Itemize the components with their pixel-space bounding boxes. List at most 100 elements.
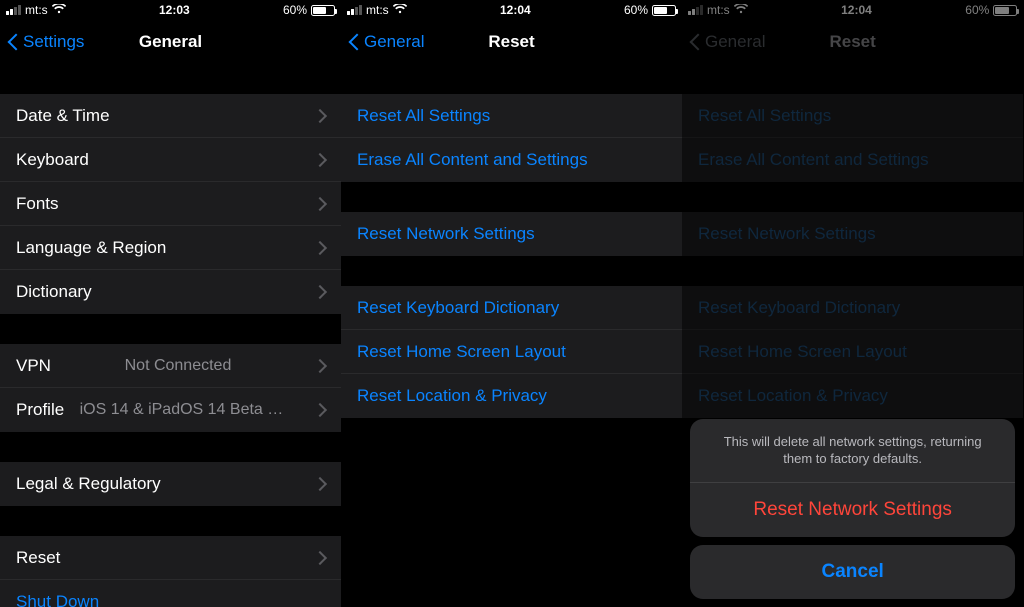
screen-reset-confirm: mt:s 12:04 60% General Reset Reset All S…	[682, 0, 1023, 607]
back-label: General	[364, 32, 424, 52]
row-label: Language & Region	[16, 238, 166, 258]
status-time: 12:03	[159, 3, 190, 17]
battery-icon	[311, 5, 335, 16]
group-legal: Legal & Regulatory	[0, 462, 341, 506]
chevron-right-icon	[315, 356, 325, 376]
group-reset-all: Reset All Settings Erase All Content and…	[682, 94, 1023, 182]
row-label: Reset All Settings	[357, 106, 490, 126]
row-profile[interactable]: Profile iOS 14 & iPadOS 14 Beta Softwar…	[0, 388, 341, 432]
status-bar: mt:s 12:04 60%	[341, 0, 682, 20]
row-vpn[interactable]: VPN Not Connected	[0, 344, 341, 388]
chevron-right-icon	[315, 474, 325, 494]
chevron-left-icon	[349, 32, 361, 52]
chevron-right-icon	[315, 106, 325, 126]
carrier-label: mt:s	[25, 3, 48, 17]
row-reset-all-settings: Reset All Settings	[682, 94, 1023, 138]
chevron-right-icon	[315, 548, 325, 568]
row-reset[interactable]: Reset	[0, 536, 341, 580]
row-legal[interactable]: Legal & Regulatory	[0, 462, 341, 506]
row-label: Reset Network Settings	[357, 224, 535, 244]
row-reset-keyboard-dict: Reset Keyboard Dictionary	[682, 286, 1023, 330]
status-time: 12:04	[841, 3, 872, 17]
wifi-icon	[734, 4, 748, 17]
row-date-time[interactable]: Date & Time	[0, 94, 341, 138]
group-vpn-profile: VPN Not Connected Profile iOS 14 & iPadO…	[0, 344, 341, 432]
status-bar: mt:s 12:03 60%	[0, 0, 341, 20]
row-reset-all-settings[interactable]: Reset All Settings	[341, 94, 682, 138]
back-button[interactable]: General	[349, 32, 424, 52]
row-label: Reset Keyboard Dictionary	[357, 298, 559, 318]
row-reset-location-privacy: Reset Location & Privacy	[682, 374, 1023, 418]
row-label: Reset Location & Privacy	[698, 386, 888, 406]
row-label: Reset Keyboard Dictionary	[698, 298, 900, 318]
chevron-right-icon	[315, 150, 325, 170]
nav-bar: General Reset	[682, 20, 1023, 64]
row-reset-home-layout[interactable]: Reset Home Screen Layout	[341, 330, 682, 374]
battery-icon	[652, 5, 676, 16]
reset-network-confirm-button[interactable]: Reset Network Settings	[690, 483, 1015, 537]
row-label: Erase All Content and Settings	[357, 150, 588, 170]
signal-icon	[6, 5, 21, 15]
row-detail: Not Connected	[125, 357, 242, 375]
battery-pct: 60%	[624, 3, 648, 17]
battery-pct: 60%	[965, 3, 989, 17]
row-label: Reset	[16, 548, 60, 568]
action-sheet: This will delete all network settings, r…	[690, 419, 1015, 599]
row-reset-home-layout: Reset Home Screen Layout	[682, 330, 1023, 374]
row-label: Erase All Content and Settings	[698, 150, 929, 170]
group-reset-network: Reset Network Settings	[341, 212, 682, 256]
back-button[interactable]: Settings	[8, 32, 84, 52]
row-label: Keyboard	[16, 150, 89, 170]
row-reset-network: Reset Network Settings	[682, 212, 1023, 256]
chevron-left-icon	[8, 32, 20, 52]
cancel-button[interactable]: Cancel	[690, 545, 1015, 599]
group-reset-all: Reset All Settings Erase All Content and…	[341, 94, 682, 182]
group-reset-misc: Reset Keyboard Dictionary Reset Home Scr…	[341, 286, 682, 418]
action-sheet-cancel-group: Cancel	[690, 545, 1015, 599]
chevron-right-icon	[315, 282, 325, 302]
carrier-label: mt:s	[366, 3, 389, 17]
row-label: Profile	[16, 400, 64, 420]
signal-icon	[347, 5, 362, 15]
row-erase-all[interactable]: Erase All Content and Settings	[341, 138, 682, 182]
wifi-icon	[52, 4, 66, 17]
row-label: Legal & Regulatory	[16, 474, 161, 494]
group-datetime: Date & Time Keyboard Fonts Language & Re…	[0, 94, 341, 314]
battery-icon	[993, 5, 1017, 16]
back-label: General	[705, 32, 765, 52]
row-label: Fonts	[16, 194, 59, 214]
screen-reset: mt:s 12:04 60% General Reset Reset All S…	[341, 0, 682, 607]
row-reset-keyboard-dict[interactable]: Reset Keyboard Dictionary	[341, 286, 682, 330]
row-dictionary[interactable]: Dictionary	[0, 270, 341, 314]
row-label: Reset Network Settings	[698, 224, 876, 244]
content: Reset All Settings Erase All Content and…	[341, 64, 682, 607]
row-label: Reset Home Screen Layout	[357, 342, 566, 362]
status-bar: mt:s 12:04 60%	[682, 0, 1023, 20]
back-button: General	[690, 32, 765, 52]
nav-bar: Settings General	[0, 20, 341, 64]
row-label: Reset Location & Privacy	[357, 386, 547, 406]
row-language-region[interactable]: Language & Region	[0, 226, 341, 270]
chevron-right-icon	[315, 238, 325, 258]
row-label: Date & Time	[16, 106, 110, 126]
row-detail: iOS 14 & iPadOS 14 Beta Softwar…	[80, 401, 300, 419]
row-reset-location-privacy[interactable]: Reset Location & Privacy	[341, 374, 682, 418]
row-shut-down[interactable]: Shut Down	[0, 580, 341, 607]
back-label: Settings	[23, 32, 84, 52]
row-reset-network[interactable]: Reset Network Settings	[341, 212, 682, 256]
group-reset-misc: Reset Keyboard Dictionary Reset Home Scr…	[682, 286, 1023, 418]
row-label: Reset All Settings	[698, 106, 831, 126]
group-reset: Reset Shut Down	[0, 536, 341, 607]
row-keyboard[interactable]: Keyboard	[0, 138, 341, 182]
group-reset-network: Reset Network Settings	[682, 212, 1023, 256]
nav-bar: General Reset	[341, 20, 682, 64]
carrier-label: mt:s	[707, 3, 730, 17]
screen-general: mt:s 12:03 60% Settings General Date & T…	[0, 0, 341, 607]
row-fonts[interactable]: Fonts	[0, 182, 341, 226]
wifi-icon	[393, 4, 407, 17]
chevron-left-icon	[690, 32, 702, 52]
chevron-right-icon	[315, 194, 325, 214]
battery-pct: 60%	[283, 3, 307, 17]
action-sheet-main: This will delete all network settings, r…	[690, 419, 1015, 537]
status-time: 12:04	[500, 3, 531, 17]
